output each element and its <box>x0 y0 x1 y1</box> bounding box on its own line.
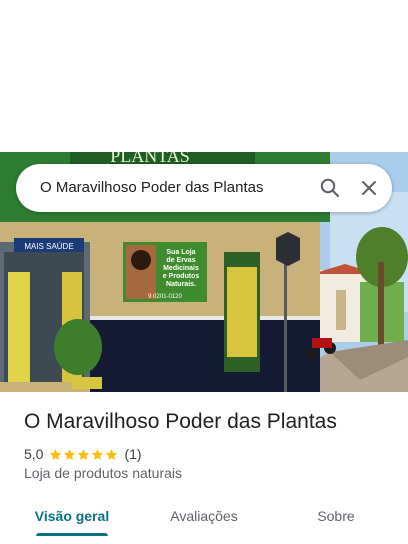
place-category: Loja de produtos naturais <box>24 465 182 481</box>
banner-line: Medicinais <box>163 265 199 272</box>
door-sign-text: MAIS SAÚDE <box>24 242 73 251</box>
search-bar[interactable]: O Maravilhoso Poder das Plantas <box>16 164 392 212</box>
tab-overview[interactable]: Visão geral <box>24 496 120 536</box>
star-rating <box>49 448 118 461</box>
rating-value: 5,0 <box>24 446 44 462</box>
star-icon <box>106 448 118 460</box>
star-icon <box>64 448 76 460</box>
search-icon[interactable] <box>318 176 342 200</box>
banner-line: e Produtos <box>163 273 200 280</box>
close-icon[interactable] <box>357 176 381 200</box>
banner-line: Naturais. <box>166 281 196 288</box>
banner-phone: 9 0201-0120 <box>148 294 182 300</box>
review-count[interactable]: (1) <box>124 446 141 462</box>
place-info-panel: O Maravilhoso Poder das Plantas 5,0 (1) … <box>0 392 408 544</box>
tab-bar: Visão geral Avaliações Sobre <box>0 496 408 536</box>
star-icon <box>78 448 90 460</box>
banner-line: de Ervas <box>166 257 195 264</box>
tab-reviews[interactable]: Avaliações <box>152 496 256 536</box>
map-blank-area <box>0 0 408 152</box>
search-input[interactable]: O Maravilhoso Poder das Plantas <box>40 164 263 212</box>
rating-row[interactable]: 5,0 (1) <box>24 445 142 463</box>
active-tab-indicator <box>36 533 108 536</box>
banner-line: Sua Loja <box>166 249 195 256</box>
place-title: O Maravilhoso Poder das Plantas <box>24 410 337 433</box>
star-icon <box>50 448 62 460</box>
tab-about[interactable]: Sobre <box>296 496 376 536</box>
star-icon <box>92 448 104 460</box>
